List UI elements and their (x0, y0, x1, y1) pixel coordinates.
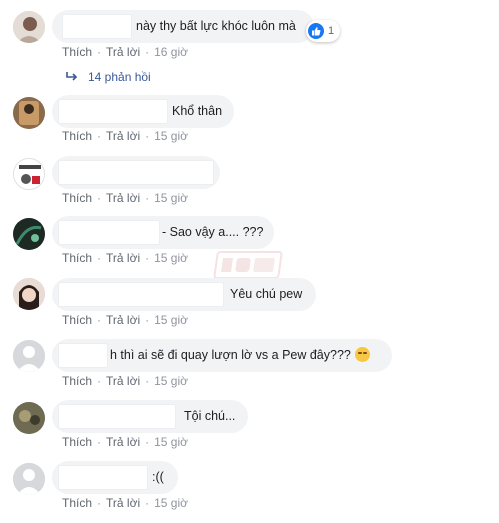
avatar[interactable] (13, 463, 45, 495)
comment-actions: Thích · Trả lời · 15 giờ (62, 251, 188, 265)
timestamp[interactable]: 15 giờ (154, 191, 188, 205)
comment-text: :(( (152, 470, 164, 484)
comment-actions: Thích · Trả lời · 15 giờ (62, 435, 188, 449)
comment-8: :(( Thích · Trả lời · 15 giờ (0, 461, 499, 516)
timestamp[interactable]: 15 giờ (154, 496, 188, 510)
redacted-name (58, 404, 176, 429)
like-link[interactable]: Thích (62, 129, 92, 143)
like-link[interactable]: Thích (62, 251, 92, 265)
reply-link[interactable]: Trả lời (106, 129, 140, 143)
replies-count[interactable]: 14 phản hồi (88, 70, 151, 84)
redacted-name (62, 14, 132, 39)
reply-link[interactable]: Trả lời (106, 496, 140, 510)
avatar[interactable] (13, 218, 45, 250)
redacted-name (58, 465, 148, 490)
reply-arrow-icon (66, 70, 78, 84)
reply-link[interactable]: Trả lời (106, 435, 140, 449)
reply-link[interactable]: Trả lời (106, 45, 140, 59)
comment-actions: Thích · Trả lời · 15 giờ (62, 313, 188, 327)
comment-bubble (52, 156, 220, 189)
redacted-name (58, 343, 108, 368)
redacted-name (58, 282, 224, 307)
comment-text: Tội chú... (184, 409, 236, 423)
reply-link[interactable]: Trả lời (106, 191, 140, 205)
like-link[interactable]: Thích (62, 496, 92, 510)
comment-7: Tội chú... Thích · Trả lời · 15 giờ (0, 400, 499, 450)
avatar[interactable] (13, 340, 45, 372)
timestamp[interactable]: 15 giờ (154, 313, 188, 327)
comment-text: Khổ thân (172, 104, 223, 118)
avatar[interactable] (13, 402, 45, 434)
comment-actions: Thích · Trả lời · 15 giờ (62, 496, 188, 510)
reply-link[interactable]: Trả lời (106, 251, 140, 265)
comment-bubble: h thì ai sẽ đi quay lượn lờ vs a Pew đây… (52, 339, 392, 372)
comment-bubble: Tội chú... (52, 400, 248, 433)
comment-actions: Thích · Trả lời · 16 giờ (62, 45, 188, 59)
like-link[interactable]: Thích (62, 374, 92, 388)
unamused-face-emoji-icon (354, 347, 370, 362)
avatar[interactable] (13, 11, 45, 43)
comment-text: này thy bất lực khóc luôn mà (136, 19, 296, 33)
comment-4: - Sao vậy a.... ??? Thích · Trả lời · 15 giờ (0, 216, 499, 266)
comment-3: Thích · Trả lời · 15 giờ (0, 156, 499, 206)
comment-bubble: Khổ thân (52, 95, 234, 128)
comment-5: Yêu chú pew Thích · Trả lời · 15 giờ (0, 278, 499, 328)
timestamp[interactable]: 16 giờ (154, 45, 188, 59)
comment-2: Khổ thân Thích · Trả lời · 15 giờ (0, 95, 499, 145)
avatar[interactable] (13, 97, 45, 129)
comment-actions: Thích · Trả lời · 15 giờ (62, 129, 188, 143)
like-link[interactable]: Thích (62, 313, 92, 327)
reaction-count-text: 1 (328, 25, 335, 37)
timestamp[interactable]: 15 giờ (154, 374, 188, 388)
timestamp[interactable]: 15 giờ (154, 129, 188, 143)
comment-actions: Thích · Trả lời · 15 giờ (62, 374, 188, 388)
timestamp[interactable]: 15 giờ (154, 251, 188, 265)
like-reaction-icon (308, 23, 324, 39)
timestamp[interactable]: 15 giờ (154, 435, 188, 449)
comment-bubble: này thy bất lực khóc luôn mà (52, 10, 314, 43)
comment-bubble: Yêu chú pew (52, 278, 316, 311)
like-link[interactable]: Thích (62, 191, 92, 205)
reaction-count[interactable]: 1 (306, 20, 341, 42)
comment-actions: Thích · Trả lời · 15 giờ (62, 191, 188, 205)
comment-text: h thì ai sẽ đi quay lượn lờ vs a Pew đây… (110, 339, 370, 372)
redacted-name (58, 160, 214, 185)
reply-link[interactable]: Trả lời (106, 313, 140, 327)
comment-text: - Sao vậy a.... ??? (162, 225, 264, 239)
reply-link[interactable]: Trả lời (106, 374, 140, 388)
view-replies-link[interactable]: 14 phản hồi (66, 70, 151, 84)
like-link[interactable]: Thích (62, 45, 92, 59)
avatar[interactable] (13, 158, 45, 190)
avatar[interactable] (13, 278, 45, 310)
comment-bubble: - Sao vậy a.... ??? (52, 216, 274, 249)
comment-bubble: :(( (52, 461, 178, 494)
like-link[interactable]: Thích (62, 435, 92, 449)
comment-6: h thì ai sẽ đi quay lượn lờ vs a Pew đây… (0, 339, 499, 389)
comment-text: Yêu chú pew (230, 287, 303, 301)
redacted-name (58, 220, 160, 245)
comment-1: này thy bất lực khóc luôn mà 1 Thích · Trả… (0, 0, 499, 90)
redacted-name (58, 99, 168, 124)
